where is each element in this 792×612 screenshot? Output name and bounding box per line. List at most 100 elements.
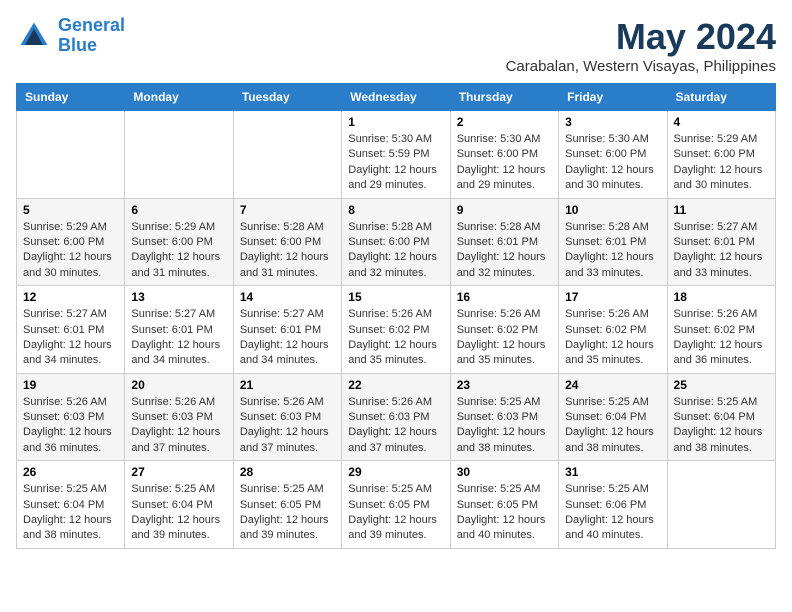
weekday-header-friday: Friday bbox=[559, 84, 667, 111]
weekday-header-saturday: Saturday bbox=[667, 84, 775, 111]
day-info: Sunrise: 5:25 AM Sunset: 6:05 PM Dayligh… bbox=[240, 482, 335, 544]
day-info: Sunrise: 5:27 AM Sunset: 6:01 PM Dayligh… bbox=[23, 307, 118, 369]
month-title: May 2024 bbox=[506, 16, 776, 58]
weekday-header-wednesday: Wednesday bbox=[342, 84, 450, 111]
calendar-cell: 25 Sunrise: 5:25 AM Sunset: 6:04 PM Dayli… bbox=[667, 373, 775, 461]
calendar-cell: 24 Sunrise: 5:25 AM Sunset: 6:04 PM Dayli… bbox=[559, 373, 667, 461]
calendar-cell: 14 Sunrise: 5:27 AM Sunset: 6:01 PM Dayli… bbox=[233, 286, 341, 374]
day-info: Sunrise: 5:25 AM Sunset: 6:04 PM Dayligh… bbox=[131, 482, 226, 544]
day-number: 9 bbox=[457, 203, 552, 217]
day-number: 5 bbox=[23, 203, 118, 217]
day-number: 17 bbox=[565, 290, 660, 304]
day-info: Sunrise: 5:25 AM Sunset: 6:06 PM Dayligh… bbox=[565, 482, 660, 544]
calendar-cell: 29Sunrise: 5:25 AM Sunset: 6:05 PM Dayli… bbox=[342, 461, 450, 549]
day-info: Sunrise: 5:27 AM Sunset: 6:01 PM Dayligh… bbox=[131, 307, 226, 369]
calendar-body: 1 Sunrise: 5:30 AM Sunset: 5:59 PM Daylig… bbox=[17, 111, 776, 549]
calendar-week-2: 5 Sunrise: 5:29 AM Sunset: 6:00 PM Daylig… bbox=[17, 198, 776, 286]
day-info: Sunrise: 5:26 AM Sunset: 6:03 PM Dayligh… bbox=[240, 395, 335, 457]
calendar-cell: 2Sunrise: 5:30 AM Sunset: 6:00 PM Daylig… bbox=[450, 111, 558, 199]
day-number: 27 bbox=[131, 465, 226, 479]
day-number: 28 bbox=[240, 465, 335, 479]
calendar-cell: 28 Sunrise: 5:25 AM Sunset: 6:05 PM Dayli… bbox=[233, 461, 341, 549]
day-info: Sunrise: 5:28 AM Sunset: 6:00 PM Dayligh… bbox=[240, 220, 335, 282]
day-number: 20 bbox=[131, 378, 226, 392]
day-info: Sunrise: 5:25 AM Sunset: 6:05 PM Dayligh… bbox=[457, 482, 552, 544]
day-number: 23 bbox=[457, 378, 552, 392]
day-number: 2 bbox=[457, 115, 552, 129]
day-info: Sunrise: 5:30 AM Sunset: 6:00 PM Dayligh… bbox=[565, 132, 660, 194]
day-number: 15 bbox=[348, 290, 443, 304]
weekday-header-tuesday: Tuesday bbox=[233, 84, 341, 111]
calendar-cell bbox=[667, 461, 775, 549]
calendar-cell: 6Sunrise: 5:29 AM Sunset: 6:00 PM Daylig… bbox=[125, 198, 233, 286]
calendar-cell: 13Sunrise: 5:27 AM Sunset: 6:01 PM Dayli… bbox=[125, 286, 233, 374]
day-info: Sunrise: 5:26 AM Sunset: 6:03 PM Dayligh… bbox=[23, 395, 118, 457]
calendar-cell bbox=[17, 111, 125, 199]
day-number: 10 bbox=[565, 203, 660, 217]
day-number: 1 bbox=[348, 115, 443, 129]
day-info: Sunrise: 5:29 AM Sunset: 6:00 PM Dayligh… bbox=[674, 132, 769, 194]
day-number: 31 bbox=[565, 465, 660, 479]
day-number: 18 bbox=[674, 290, 769, 304]
calendar-cell: 5 Sunrise: 5:29 AM Sunset: 6:00 PM Daylig… bbox=[17, 198, 125, 286]
calendar-cell: 31 Sunrise: 5:25 AM Sunset: 6:06 PM Dayli… bbox=[559, 461, 667, 549]
day-number: 14 bbox=[240, 290, 335, 304]
day-info: Sunrise: 5:25 AM Sunset: 6:04 PM Dayligh… bbox=[674, 395, 769, 457]
day-info: Sunrise: 5:29 AM Sunset: 6:00 PM Dayligh… bbox=[23, 220, 118, 282]
calendar-header: SundayMondayTuesdayWednesdayThursdayFrid… bbox=[17, 84, 776, 111]
calendar-cell: 12 Sunrise: 5:27 AM Sunset: 6:01 PM Dayli… bbox=[17, 286, 125, 374]
day-info: Sunrise: 5:28 AM Sunset: 6:01 PM Dayligh… bbox=[457, 220, 552, 282]
weekday-row: SundayMondayTuesdayWednesdayThursdayFrid… bbox=[17, 84, 776, 111]
day-number: 19 bbox=[23, 378, 118, 392]
day-number: 24 bbox=[565, 378, 660, 392]
calendar-cell bbox=[125, 111, 233, 199]
day-info: Sunrise: 5:25 AM Sunset: 6:03 PM Dayligh… bbox=[457, 395, 552, 457]
calendar-week-4: 19 Sunrise: 5:26 AM Sunset: 6:03 PM Dayli… bbox=[17, 373, 776, 461]
day-number: 11 bbox=[674, 203, 769, 217]
day-info: Sunrise: 5:27 AM Sunset: 6:01 PM Dayligh… bbox=[240, 307, 335, 369]
day-info: Sunrise: 5:30 AM Sunset: 5:59 PM Dayligh… bbox=[348, 132, 443, 194]
calendar-cell: 9 Sunrise: 5:28 AM Sunset: 6:01 PM Daylig… bbox=[450, 198, 558, 286]
calendar-cell: 4 Sunrise: 5:29 AM Sunset: 6:00 PM Daylig… bbox=[667, 111, 775, 199]
calendar-cell: 22 Sunrise: 5:26 AM Sunset: 6:03 PM Dayli… bbox=[342, 373, 450, 461]
day-info: Sunrise: 5:27 AM Sunset: 6:01 PM Dayligh… bbox=[674, 220, 769, 282]
location-subtitle: Carabalan, Western Visayas, Philippines bbox=[506, 58, 776, 75]
weekday-header-thursday: Thursday bbox=[450, 84, 558, 111]
calendar-cell: 26 Sunrise: 5:25 AM Sunset: 6:04 PM Dayli… bbox=[17, 461, 125, 549]
day-info: Sunrise: 5:26 AM Sunset: 6:02 PM Dayligh… bbox=[348, 307, 443, 369]
day-number: 25 bbox=[674, 378, 769, 392]
calendar-cell: 7Sunrise: 5:28 AM Sunset: 6:00 PM Daylig… bbox=[233, 198, 341, 286]
calendar-cell: 19 Sunrise: 5:26 AM Sunset: 6:03 PM Dayli… bbox=[17, 373, 125, 461]
weekday-header-monday: Monday bbox=[125, 84, 233, 111]
day-info: Sunrise: 5:25 AM Sunset: 6:04 PM Dayligh… bbox=[23, 482, 118, 544]
logo-icon bbox=[16, 18, 52, 54]
logo-general: General bbox=[58, 15, 125, 35]
day-info: Sunrise: 5:25 AM Sunset: 6:04 PM Dayligh… bbox=[565, 395, 660, 457]
day-number: 12 bbox=[23, 290, 118, 304]
day-number: 3 bbox=[565, 115, 660, 129]
calendar-cell: 1 Sunrise: 5:30 AM Sunset: 5:59 PM Daylig… bbox=[342, 111, 450, 199]
day-info: Sunrise: 5:26 AM Sunset: 6:02 PM Dayligh… bbox=[457, 307, 552, 369]
calendar-week-3: 12 Sunrise: 5:27 AM Sunset: 6:01 PM Dayli… bbox=[17, 286, 776, 374]
day-number: 8 bbox=[348, 203, 443, 217]
day-info: Sunrise: 5:26 AM Sunset: 6:03 PM Dayligh… bbox=[131, 395, 226, 457]
day-info: Sunrise: 5:26 AM Sunset: 6:03 PM Dayligh… bbox=[348, 395, 443, 457]
calendar-cell: 17 Sunrise: 5:26 AM Sunset: 6:02 PM Dayli… bbox=[559, 286, 667, 374]
day-number: 21 bbox=[240, 378, 335, 392]
calendar-cell: 20 Sunrise: 5:26 AM Sunset: 6:03 PM Dayli… bbox=[125, 373, 233, 461]
calendar-week-1: 1 Sunrise: 5:30 AM Sunset: 5:59 PM Daylig… bbox=[17, 111, 776, 199]
logo: General Blue bbox=[16, 16, 125, 56]
page-header: General Blue May 2024 Carabalan, Western… bbox=[16, 16, 776, 75]
day-number: 4 bbox=[674, 115, 769, 129]
day-number: 22 bbox=[348, 378, 443, 392]
calendar-cell: 15 Sunrise: 5:26 AM Sunset: 6:02 PM Dayli… bbox=[342, 286, 450, 374]
day-info: Sunrise: 5:26 AM Sunset: 6:02 PM Dayligh… bbox=[674, 307, 769, 369]
logo-text: General Blue bbox=[58, 16, 125, 56]
calendar-cell: 30Sunrise: 5:25 AM Sunset: 6:05 PM Dayli… bbox=[450, 461, 558, 549]
calendar-cell bbox=[233, 111, 341, 199]
day-info: Sunrise: 5:26 AM Sunset: 6:02 PM Dayligh… bbox=[565, 307, 660, 369]
day-number: 26 bbox=[23, 465, 118, 479]
calendar-cell: 21 Sunrise: 5:26 AM Sunset: 6:03 PM Dayli… bbox=[233, 373, 341, 461]
day-info: Sunrise: 5:28 AM Sunset: 6:00 PM Dayligh… bbox=[348, 220, 443, 282]
calendar-week-5: 26 Sunrise: 5:25 AM Sunset: 6:04 PM Dayli… bbox=[17, 461, 776, 549]
